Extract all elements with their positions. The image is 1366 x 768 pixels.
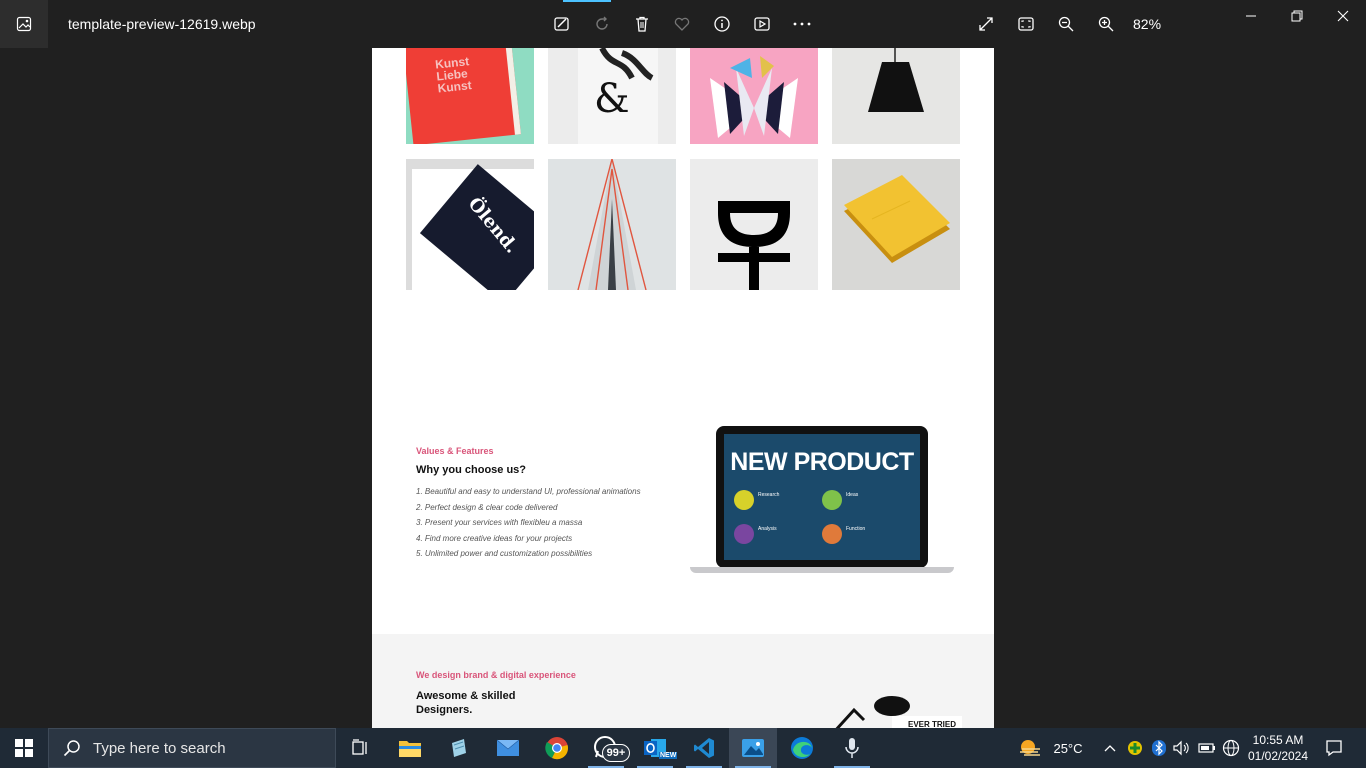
file-explorer-icon[interactable] (386, 728, 434, 768)
book-cover-text: Kunst Liebe Kunst (434, 54, 473, 96)
image-canvas[interactable]: Kunst Liebe Kunst & Ölend. Values & Feat… (0, 48, 1366, 728)
laptop-block-label: Analysis (758, 526, 777, 532)
edge-icon[interactable] (778, 728, 826, 768)
features-section-title: Why you choose us? (416, 464, 527, 476)
search-icon (63, 740, 80, 757)
zoom-out-icon[interactable] (1054, 12, 1078, 36)
color-fan-illustration (710, 56, 798, 138)
gallery-tile-book: Kunst Liebe Kunst (406, 48, 534, 144)
minimize-button[interactable] (1228, 0, 1274, 32)
task-view-icon[interactable] (336, 728, 384, 768)
laptop-screen: NEW PRODUCT Research Ideas Analysis Func… (724, 434, 920, 560)
laptop-base (690, 567, 954, 573)
pendant-lamp-illustration (868, 48, 924, 112)
brand-title-line2: Designers. (416, 704, 473, 716)
bluetooth-icon[interactable] (1148, 728, 1170, 768)
gallery-tile-lamp (832, 48, 960, 144)
favorite-icon[interactable] (670, 12, 694, 36)
slideshow-icon[interactable] (750, 12, 774, 36)
red-book: Kunst Liebe Kunst (406, 48, 521, 144)
ideas-icon (822, 490, 842, 510)
notification-center-icon[interactable] (1320, 728, 1348, 768)
feature-item: 4. Find more creative ideas for your pro… (416, 534, 573, 543)
features-section-label: Values & Features (416, 446, 494, 456)
vscode-icon[interactable] (680, 728, 728, 768)
logo-mark-illustration (718, 201, 790, 290)
laptop-headline: NEW PRODUCT (730, 448, 914, 476)
feature-item: 2. Perfect design & clear code delivered (416, 503, 558, 512)
more-icon[interactable] (790, 12, 814, 36)
new-badge: NEW (659, 752, 678, 759)
weather-temperature[interactable]: 25°C (1048, 728, 1088, 768)
weather-icon[interactable] (1016, 728, 1044, 768)
taskbar-search-box[interactable]: Type here to search (48, 728, 336, 768)
sign-text: EVER TRIED (908, 720, 957, 728)
laptop-block-label: Research (758, 492, 780, 498)
template-preview-image: Kunst Liebe Kunst & Ölend. Values & Feat… (372, 48, 994, 728)
taskbar: Type here to search 99+ NEW 25°C 10:55 A… (0, 728, 1366, 768)
voice-recorder-icon[interactable] (828, 728, 876, 768)
analysis-icon (734, 524, 754, 544)
zoom-level[interactable]: 82% (1133, 16, 1161, 32)
gallery-tile-yellow-cards (832, 159, 960, 290)
close-button[interactable] (1320, 0, 1366, 32)
windows-icon (15, 739, 33, 757)
brand-section: We design brand & digital experience Awe… (372, 634, 994, 728)
research-icon (734, 490, 754, 510)
info-icon[interactable] (710, 12, 734, 36)
restore-button[interactable] (1274, 0, 1320, 32)
security-status-icon[interactable] (1124, 728, 1146, 768)
show-hidden-icons-chevron-icon[interactable] (1100, 728, 1120, 768)
title-bar: template-preview-12619.webp 82% (0, 0, 1366, 48)
start-button[interactable] (0, 728, 48, 768)
building-illustration (577, 159, 647, 290)
active-tab-indicator (563, 0, 611, 2)
fit-to-window-icon[interactable] (1014, 12, 1038, 36)
file-name: template-preview-12619.webp (68, 16, 256, 32)
photos-icon[interactable] (729, 728, 777, 768)
battery-icon[interactable] (1196, 728, 1218, 768)
notepad-app-icon[interactable] (435, 728, 483, 768)
feature-item: 3. Present your services with flexibleu … (416, 518, 583, 527)
system-clock[interactable]: 10:55 AM 01/02/2024 (1236, 732, 1320, 764)
function-icon (822, 524, 842, 544)
whatsapp-icon[interactable]: 99+ (582, 728, 630, 768)
gallery-tile-building (548, 159, 676, 290)
laptop-block-label: Ideas (846, 492, 859, 498)
outlook-icon[interactable]: NEW (631, 728, 679, 768)
clock-date: 01/02/2024 (1247, 749, 1309, 763)
fullscreen-icon[interactable] (974, 12, 998, 36)
laptop-block-label: Function (846, 526, 866, 532)
laptop-screen-frame: NEW PRODUCT Research Ideas Analysis Func… (716, 426, 928, 568)
search-placeholder: Type here to search (93, 739, 226, 757)
brand-section-label: We design brand & digital experience (416, 670, 576, 680)
photos-app-icon[interactable] (0, 0, 48, 48)
ampersand-glyph: & (594, 76, 630, 122)
feature-item: 1. Beautiful and easy to understand UI, … (416, 487, 641, 496)
delete-icon[interactable] (630, 12, 654, 36)
gallery-tile-shirt: Ölend. (406, 159, 534, 290)
zoom-in-icon[interactable] (1094, 12, 1118, 36)
brand-title-line1: Awesome & skilled (416, 690, 516, 702)
edit-image-icon[interactable] (550, 12, 574, 36)
gallery-tile-color-fan (690, 48, 818, 144)
feature-item: 5. Unlimited power and customization pos… (416, 549, 593, 558)
chrome-icon[interactable] (533, 728, 581, 768)
yellow-cards-illustration (844, 175, 950, 263)
gallery-tile-ampersand: & (548, 48, 676, 144)
clock-time: 10:55 AM (1252, 733, 1304, 747)
mail-icon[interactable] (484, 728, 532, 768)
notification-badge: 99+ (602, 744, 630, 762)
volume-icon[interactable] (1170, 728, 1192, 768)
gallery-tile-logo-mark (690, 159, 818, 290)
rotate-icon[interactable] (590, 12, 614, 36)
